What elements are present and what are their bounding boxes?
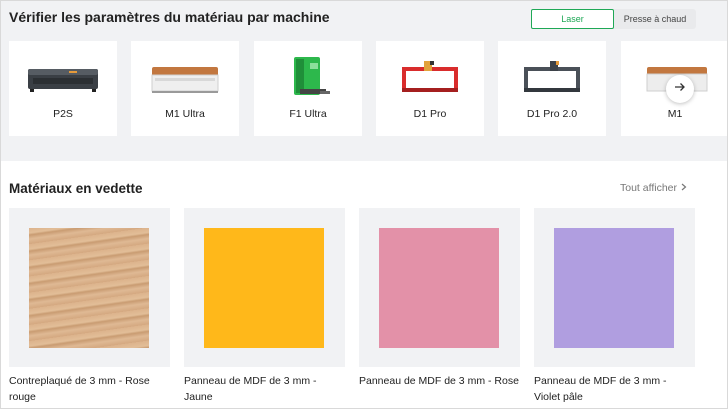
material-thumbnail xyxy=(359,208,520,367)
plywood-swatch xyxy=(29,228,149,348)
see-all-link[interactable]: Tout afficher xyxy=(620,182,687,194)
m1-ultra-image xyxy=(131,55,239,99)
material-card[interactable]: Panneau de MDF de 3 mm - Violet pâle xyxy=(534,208,695,405)
material-card[interactable]: Contreplaqué de 3 mm - Rose rouge xyxy=(9,208,170,405)
machine-label: D1 Pro xyxy=(413,108,447,120)
d1-pro-image xyxy=(376,55,484,99)
page: Vérifier les paramètres du matériau par … xyxy=(0,0,728,409)
d1-pro-2-image xyxy=(498,55,606,99)
machine-card-d1-pro[interactable]: D1 Pro xyxy=(376,41,484,136)
lilac-mdf-swatch xyxy=(554,228,674,348)
carousel-next-button[interactable] xyxy=(666,75,694,103)
machine-type-toggle: Laser Presse à chaud xyxy=(531,9,696,29)
machine-card-f1-ultra[interactable]: F1 Ultra xyxy=(254,41,362,136)
p2s-laser-image xyxy=(9,55,117,99)
material-thumbnail xyxy=(9,208,170,367)
machine-card-m1-ultra[interactable]: M1 Ultra xyxy=(131,41,239,136)
machine-carousel: P2S M1 Ultra F1 Ultra D1 Pro D1 Pro 2.0 … xyxy=(1,41,727,136)
material-thumbnail xyxy=(184,208,345,367)
material-thumbnail xyxy=(534,208,695,367)
material-name: Panneau de MDF de 3 mm - Violet pâle xyxy=(534,375,667,403)
f1-ultra-image xyxy=(254,55,362,99)
machine-card-p2s[interactable]: P2S xyxy=(9,41,117,136)
chevron-right-icon xyxy=(681,182,687,194)
material-name: Contreplaqué de 3 mm - Rose rouge xyxy=(9,375,150,403)
arrow-right-icon xyxy=(674,80,686,98)
yellow-mdf-swatch xyxy=(204,228,324,348)
material-card[interactable]: Panneau de MDF de 3 mm - Jaune xyxy=(184,208,345,405)
machine-label: M1 xyxy=(667,108,683,120)
material-name: Panneau de MDF de 3 mm - Rose xyxy=(359,375,519,387)
toggle-laser[interactable]: Laser xyxy=(531,9,614,29)
machine-label: D1 Pro 2.0 xyxy=(526,108,578,120)
see-all-label: Tout afficher xyxy=(620,182,678,194)
machine-label: F1 Ultra xyxy=(289,108,327,120)
machine-label: M1 Ultra xyxy=(165,108,205,120)
material-name: Panneau de MDF de 3 mm - Jaune xyxy=(184,375,317,403)
machine-label: P2S xyxy=(53,108,73,120)
toggle-heat-press[interactable]: Presse à chaud xyxy=(614,9,696,29)
machine-card-d1-pro-2[interactable]: D1 Pro 2.0 xyxy=(498,41,606,136)
pink-mdf-swatch xyxy=(379,228,499,348)
featured-title: Matériaux en vedette xyxy=(9,181,143,196)
machine-section-title: Vérifier les paramètres du matériau par … xyxy=(9,9,330,25)
machine-section: Vérifier les paramètres du matériau par … xyxy=(1,1,727,161)
material-card[interactable]: Panneau de MDF de 3 mm - Rose xyxy=(359,208,520,389)
